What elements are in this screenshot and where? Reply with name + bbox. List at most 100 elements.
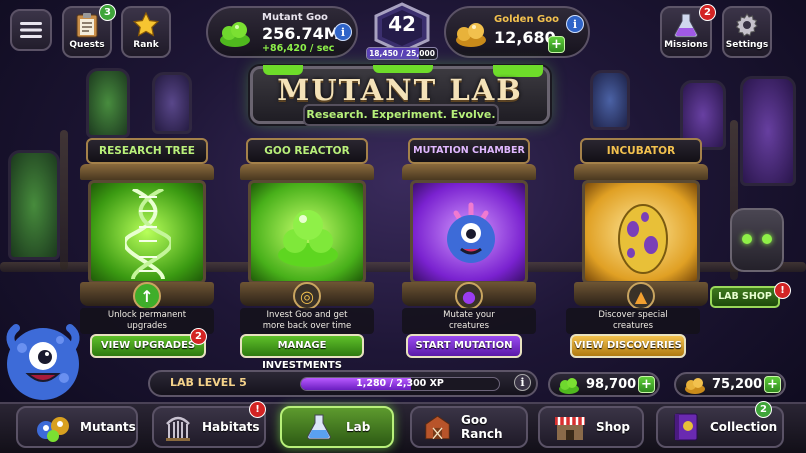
incubator-desc: Discover special creatures: [566, 308, 700, 334]
mutation-chamber-desc: Mutate your creatures: [402, 308, 536, 334]
menu-button[interactable]: [10, 9, 52, 51]
page-title: MUTANT LAB: [277, 73, 523, 107]
green-goo-icon: [220, 22, 250, 47]
mutant-goo-value: 256.74M: [262, 24, 340, 43]
lab-shop-robot[interactable]: LAB SHOP !: [710, 190, 796, 320]
barn-icon: [425, 415, 450, 440]
nav-collection[interactable]: Collection 2: [656, 401, 784, 448]
research-tree-machine[interactable]: RESEARCH TREE ↑: [72, 134, 222, 310]
info-icon[interactable]: i: [514, 374, 531, 391]
machine-cap: [574, 164, 708, 180]
settings-label: Settings: [725, 40, 769, 50]
nav-goo-ranch[interactable]: Goo Ranch: [410, 406, 528, 448]
nav-goo-ranch-label: Goo Ranch: [461, 413, 503, 441]
machine-cap: [240, 164, 374, 180]
player-level-badge[interactable]: 42 18,450 / 25,000: [364, 2, 440, 62]
gear-icon: [735, 13, 758, 37]
view-upgrades-button[interactable]: VIEW UPGRADES: [90, 334, 206, 358]
gold-goo-amount: 75,200: [712, 377, 763, 392]
goo-reactor-machine[interactable]: GOO REACTOR ◎: [232, 134, 382, 310]
nav-mutants[interactable]: Mutants: [16, 406, 138, 448]
player-level-value: 42: [388, 12, 416, 36]
buy-green-goo-button[interactable]: +: [638, 376, 655, 393]
machine-title: MUTATION CHAMBER: [408, 138, 530, 164]
goo-blob-icon: [278, 210, 338, 267]
player-xp-text: 18,450 / 25,000: [369, 49, 435, 58]
machine-glass: [582, 180, 700, 284]
clipboard-icon: [76, 13, 98, 38]
robot-head: [730, 208, 784, 272]
machine-glass: [410, 180, 528, 284]
mutant-goo-name: Mutant Goo: [262, 12, 328, 23]
panel-lights-icon: ●: [455, 282, 483, 310]
golden-goo-value: 12,680: [494, 28, 556, 47]
machine-cap: [80, 164, 214, 180]
dna-icon: [125, 189, 171, 279]
monsters-icon: [37, 417, 69, 442]
arrow-up-icon: ↑: [133, 282, 161, 310]
green-goo-icon: [559, 378, 579, 394]
robot-eye: [742, 234, 752, 244]
collection-badge: 2: [755, 401, 772, 418]
settings-button[interactable]: Settings: [722, 6, 772, 58]
nav-habitats-label: Habitats: [202, 420, 260, 434]
incubator-machine[interactable]: INCUBATOR ▲: [566, 134, 716, 310]
quests-button[interactable]: Quests 3: [62, 4, 116, 58]
rank-label: Rank: [133, 40, 159, 50]
golden-goo-name: Golden Goo: [494, 14, 559, 25]
mutation-chamber-machine[interactable]: MUTATION CHAMBER ●: [394, 134, 544, 310]
nav-lab-label: Lab: [346, 420, 371, 434]
machine-title: GOO REACTOR: [246, 138, 368, 164]
desc-line: Mutate your: [443, 310, 495, 320]
page-subtitle: Research. Experiment. Evolve.: [306, 108, 496, 121]
desc-line: creatures: [612, 321, 654, 331]
gold-goo-icon: [685, 378, 705, 394]
goo-reactor-desc: Invest Goo and get more back over time: [240, 308, 374, 334]
dial-icon: ◎: [293, 282, 321, 310]
lab-level-bar: LAB LEVEL 5 1,280 / 2,300 XP i: [148, 370, 538, 397]
missions-label: Missions: [664, 40, 708, 50]
buy-gold-goo-button[interactable]: +: [764, 376, 781, 393]
hamburger-icon: [20, 22, 42, 38]
nav-habitats[interactable]: Habitats !: [152, 401, 266, 448]
robot-eye: [762, 234, 772, 244]
flask-icon: [307, 414, 331, 440]
egg-icon: [618, 204, 668, 274]
missions-button[interactable]: Missions 2: [660, 4, 716, 58]
desc-line: Unlock permanent: [107, 310, 187, 320]
machine-glass: [248, 180, 366, 284]
blue-monster-icon: [447, 202, 495, 263]
info-icon[interactable]: i: [566, 15, 584, 33]
desc-line: more back over time: [262, 321, 352, 331]
machine-glass: [88, 180, 206, 284]
habitats-alert-badge: !: [249, 401, 266, 418]
mutant-goo-panel: Mutant Goo 256.74M +86,420 / sec i: [206, 6, 358, 58]
book-icon: [674, 413, 698, 441]
blue-mascot-icon: [6, 324, 80, 400]
nav-shop[interactable]: Shop: [538, 406, 644, 448]
quests-label: Quests: [69, 40, 105, 50]
nav-mutants-label: Mutants: [80, 420, 136, 434]
nav-lab[interactable]: Lab: [280, 406, 394, 448]
upgrades-badge: 2: [190, 328, 207, 345]
info-icon[interactable]: i: [334, 23, 352, 41]
machine-cap: [402, 164, 536, 180]
buy-golden-goo-button[interactable]: +: [548, 36, 565, 53]
green-goo-amount: 98,700: [586, 377, 637, 392]
missions-badge: 2: [699, 4, 716, 21]
gold-goo-currency: 75,200 +: [674, 372, 786, 397]
rank-button[interactable]: Rank: [121, 6, 171, 58]
desc-line: Invest Goo and get: [266, 310, 348, 320]
start-mutation-button[interactable]: START MUTATION: [406, 334, 522, 358]
machine-title: RESEARCH TREE: [86, 138, 208, 164]
lab-shop-sign[interactable]: LAB SHOP: [710, 286, 780, 308]
player-xp-bar: 18,450 / 25,000: [366, 47, 438, 60]
nav-collection-label: Collection: [710, 420, 778, 434]
lab-xp-track: 1,280 / 2,300 XP: [300, 377, 500, 391]
cage-icon: [166, 416, 190, 441]
golden-goo-panel: Golden Goo 12,680 i +: [444, 6, 590, 58]
flask-icon: [674, 13, 698, 38]
manage-investments-button[interactable]: MANAGE INVESTMENTS: [240, 334, 364, 371]
desc-line: creatures: [448, 321, 490, 331]
view-discoveries-button[interactable]: VIEW DISCOVERIES: [570, 334, 686, 358]
